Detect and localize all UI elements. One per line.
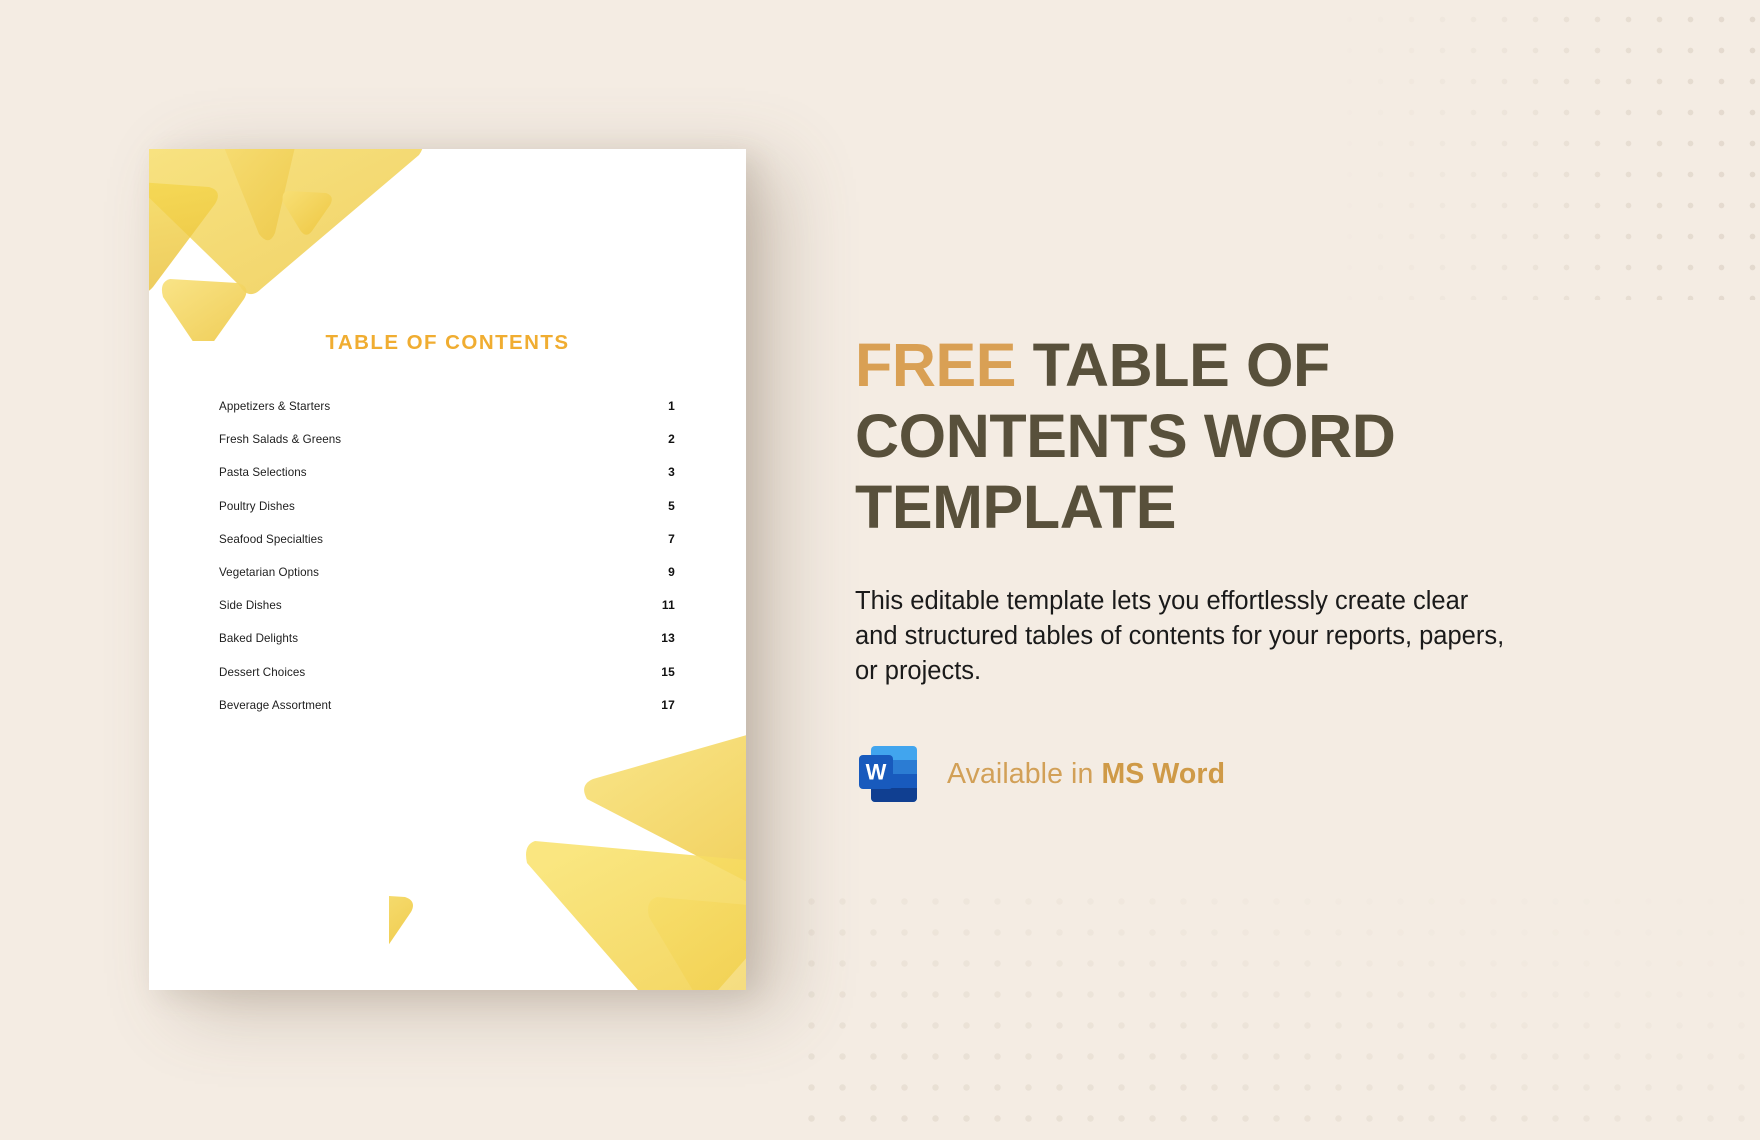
toc-entry-page: 5 [668,498,675,513]
availability-label: Available in MS Word [947,758,1225,791]
top-small-triangle-decoration [282,191,332,235]
toc-row[interactable]: Dessert Choices 15 [219,665,675,698]
table-of-contents-list: Appetizers & Starters 1 Fresh Salads & G… [219,399,675,731]
promo-description: This editable template lets you effortle… [855,587,1505,685]
toc-row[interactable]: Fresh Salads & Greens 2 [219,432,675,465]
toc-entry-page: 11 [661,598,675,613]
toc-entry-page: 17 [661,697,675,712]
word-icon-letter: W [866,760,887,785]
toc-row[interactable]: Poultry Dishes 5 [219,499,675,532]
toc-entry-label: Side Dishes [219,599,282,613]
toc-entry-label: Baked Delights [219,632,299,646]
toc-entry-label: Beverage Assortment [219,698,332,712]
toc-entry-label: Fresh Salads & Greens [219,433,342,447]
toc-row[interactable]: Appetizers & Starters 1 [219,399,675,432]
ms-word-icon: W [859,746,917,803]
page-headline: FREE TABLE OF CONTENTS WORD TEMPLATE [855,330,1535,542]
toc-row[interactable]: Baked Delights 13 [219,631,675,664]
toc-row[interactable]: Seafood Specialties 7 [219,532,675,565]
toc-row[interactable]: Side Dishes 11 [219,598,675,631]
toc-entry-page: 2 [668,432,675,447]
toc-entry-page: 3 [668,465,675,480]
availability-prefix: Available in [947,757,1102,790]
headline-accent-free: FREE [855,331,1017,399]
page-title: TABLE OF CONTENTS [325,331,570,354]
toc-entry-page: 9 [668,564,675,579]
bottom-right-triangles-decoration [389,735,746,990]
page-background: TABLE OF CONTENTS Appetizers & Starters … [0,0,1760,1140]
promo-panel: FREE TABLE OF CONTENTS WORD TEMPLATE Thi… [855,330,1535,808]
toc-entry-page: 13 [661,631,675,646]
availability-app-name: MS Word [1101,757,1226,790]
toc-entry-page: 7 [668,531,675,546]
document-preview-page[interactable]: TABLE OF CONTENTS Appetizers & Starters … [149,149,746,990]
halftone-dots-bottom-right [790,880,1760,1140]
toc-entry-label: Pasta Selections [219,466,307,480]
availability-badge: W Available in MS Word [855,740,1535,808]
toc-entry-page: 15 [661,664,675,679]
toc-entry-label: Vegetarian Options [219,565,320,579]
toc-entry-label: Appetizers & Starters [219,400,331,413]
toc-entry-label: Dessert Choices [219,665,306,679]
toc-row[interactable]: Vegetarian Options 9 [219,565,675,598]
halftone-dots-top-right [1330,0,1760,300]
toc-entry-page: 1 [668,399,675,413]
toc-row[interactable]: Beverage Assortment 17 [219,698,675,731]
toc-entry-label: Poultry Dishes [219,499,295,513]
toc-row[interactable]: Pasta Selections 3 [219,465,675,498]
toc-entry-label: Seafood Specialties [219,532,324,546]
top-left-triangles-decoration [149,149,423,341]
